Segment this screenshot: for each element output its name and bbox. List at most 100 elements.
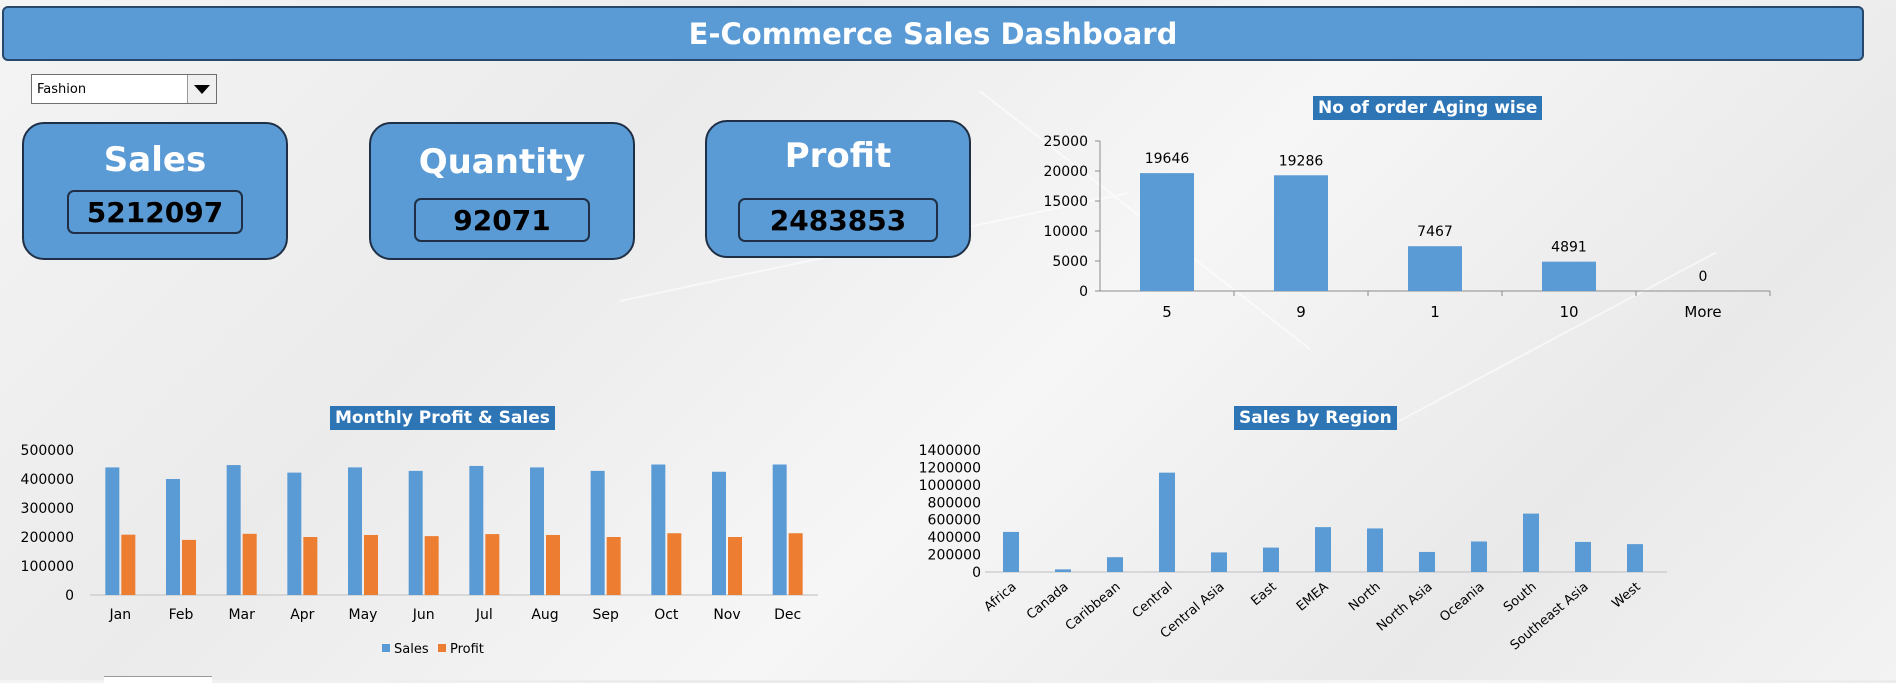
x-tick-label: 9	[1296, 303, 1306, 321]
legend-swatch	[438, 644, 446, 652]
x-tick-label: Aug	[531, 607, 558, 623]
monthly-chart: 0 100000 200000 300000 400000 500000 Jan Feb Mar…	[21, 443, 818, 657]
data-label: 0	[1699, 269, 1708, 285]
profit-bar	[667, 533, 682, 595]
profit-bar	[728, 537, 742, 595]
x-tick-label: Oceania	[1437, 580, 1487, 626]
bar	[1471, 541, 1487, 572]
legend-label: Profit	[450, 642, 484, 657]
bar	[1263, 547, 1279, 572]
sales-bar	[469, 465, 484, 595]
data-label: 7467	[1417, 224, 1453, 240]
y-tick-label: 1400000	[919, 443, 981, 459]
bar	[1274, 175, 1328, 291]
x-tick-label: North Asia	[1374, 580, 1436, 635]
bar	[1159, 472, 1175, 572]
bar	[1107, 557, 1123, 572]
x-tick-label: Apr	[290, 607, 314, 623]
y-tick-label: 0	[972, 565, 981, 581]
x-tick-label: 1	[1430, 303, 1440, 321]
bar	[1542, 261, 1596, 291]
y-tick-label: 100000	[21, 559, 74, 575]
x-tick-label: North	[1346, 580, 1383, 615]
category-dropdown[interactable]: Fashion	[31, 74, 217, 104]
x-tick-label: East	[1248, 580, 1279, 610]
x-tick-label: South	[1501, 580, 1540, 616]
profit-bar	[121, 534, 136, 595]
x-tick-label: Caribbean	[1063, 580, 1124, 634]
bar	[1367, 528, 1383, 572]
profit-bar	[303, 537, 318, 595]
profit-label: Profit	[784, 136, 892, 176]
quantity-label: Quantity	[418, 142, 586, 182]
x-tick-label: Oct	[654, 607, 679, 623]
y-tick-label: 1000000	[919, 478, 981, 494]
sales-bar	[105, 467, 120, 595]
y-tick-label: 1200000	[919, 460, 981, 476]
x-tick-label: May	[349, 607, 378, 623]
dashboard-title: E-Commerce Sales Dashboard	[2, 6, 1864, 61]
sales-card: Sales 5212097	[22, 122, 288, 260]
bar	[1211, 552, 1227, 572]
bar	[1140, 173, 1194, 291]
x-tick-label: Nov	[713, 607, 740, 623]
bar	[1055, 569, 1071, 572]
y-tick-label: 15000	[1043, 194, 1088, 210]
y-tick-label: 0	[65, 588, 74, 604]
sales-bar	[348, 467, 362, 595]
aging-chart: 0 5000 10000 15000 20000 25000 19646 5 19286 9 746…	[1043, 134, 1771, 321]
y-tick-label: 200000	[21, 530, 74, 546]
x-tick-label: West	[1609, 580, 1643, 612]
sales-bar	[712, 471, 726, 595]
x-tick-label: Jul	[475, 607, 493, 623]
quantity-value: 92071	[414, 198, 590, 242]
profit-bar	[424, 536, 439, 595]
sales-bar	[408, 470, 423, 595]
x-tick-label: Africa	[982, 580, 1020, 615]
sales-bar	[166, 479, 180, 595]
y-tick-label: 400000	[928, 530, 981, 546]
y-tick-label: 400000	[21, 472, 74, 488]
bar	[1315, 527, 1331, 572]
y-tick-label: 25000	[1043, 134, 1088, 150]
y-tick-label: 500000	[21, 443, 74, 459]
data-label: 4891	[1551, 240, 1587, 256]
x-tick-label: More	[1684, 303, 1721, 321]
profit-bar	[242, 533, 257, 595]
sales-bar	[226, 465, 241, 595]
data-label: 19646	[1145, 151, 1190, 167]
y-tick-label: 10000	[1043, 224, 1088, 240]
y-tick-label: 0	[1079, 284, 1088, 300]
monthly-chart-title: Monthly Profit & Sales	[330, 406, 555, 430]
y-tick-label: 600000	[928, 513, 981, 529]
sales-label: Sales	[103, 140, 207, 180]
bar	[1419, 551, 1435, 572]
chevron-down-icon[interactable]	[187, 75, 216, 103]
profit-bar	[788, 533, 803, 595]
sales-bar	[530, 467, 544, 595]
sales-bar	[651, 464, 666, 595]
profit-bar	[364, 534, 378, 595]
dropdown-value: Fashion	[37, 81, 87, 97]
x-tick-label: Sep	[592, 607, 619, 623]
x-tick-label: Central	[1130, 580, 1176, 622]
legend-swatch	[382, 644, 390, 652]
x-tick-label: EMEA	[1294, 580, 1332, 615]
profit-bar	[182, 539, 196, 595]
x-tick-label: Canada	[1024, 580, 1072, 623]
aging-chart-title: No of order Aging wise	[1313, 96, 1543, 120]
sales-value: 5212097	[67, 190, 243, 234]
x-tick-label: Dec	[774, 607, 801, 623]
sales-bar	[772, 464, 787, 595]
data-label: 19286	[1279, 153, 1324, 169]
x-tick-label: Feb	[169, 607, 194, 623]
y-tick-label: 800000	[928, 495, 981, 511]
sales-bar	[287, 472, 302, 595]
profit-bar	[485, 534, 500, 595]
bar	[1627, 544, 1643, 572]
region-chart: 0200000 400000600000 8000001000000 12000001…	[919, 443, 1667, 653]
y-tick-label: 20000	[1043, 164, 1088, 180]
quantity-card: Quantity 92071	[369, 122, 635, 260]
x-tick-label: Jun	[412, 607, 435, 623]
bar	[1003, 531, 1019, 572]
